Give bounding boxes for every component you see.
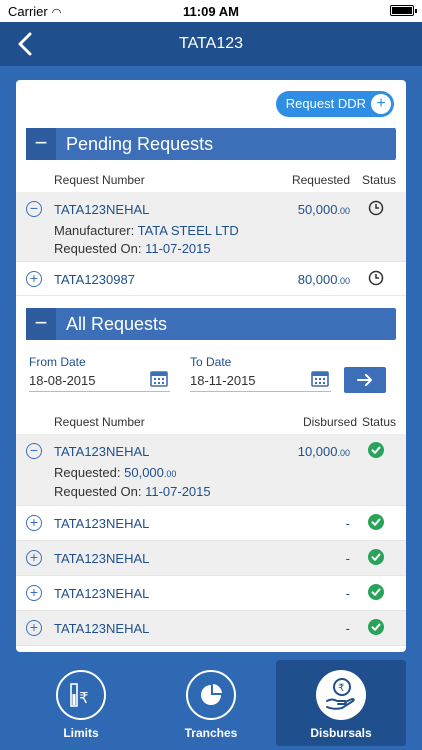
request-amount: 80,000.00 bbox=[297, 272, 350, 287]
svg-text:₹: ₹ bbox=[79, 689, 89, 707]
check-status-icon bbox=[368, 514, 384, 530]
table-row[interactable]: + TATA123NEHAL - bbox=[16, 576, 406, 611]
from-date-field[interactable]: 18-08-2015 bbox=[29, 370, 170, 392]
from-date-label: From Date bbox=[29, 355, 86, 369]
expand-row-icon[interactable]: + bbox=[26, 515, 42, 531]
nav-bar: TATA123 bbox=[0, 22, 422, 66]
section-title: Pending Requests bbox=[66, 134, 214, 154]
check-status-icon bbox=[368, 584, 384, 600]
disbursed-amount: - bbox=[345, 516, 350, 531]
table-row[interactable]: − TATA123NEHAL 10,000.00 Requested: 50,0… bbox=[16, 434, 406, 506]
requested-on-detail: Requested On: 11-07-2015 bbox=[54, 484, 211, 499]
request-number: TATA123NEHAL bbox=[54, 202, 150, 217]
svg-text:₹: ₹ bbox=[338, 683, 344, 694]
collapse-icon[interactable]: − bbox=[26, 128, 56, 160]
tab-limits[interactable]: ₹ Limits bbox=[16, 660, 146, 746]
tab-tranches[interactable]: Tranches bbox=[146, 660, 276, 746]
request-number: TATA123NEHAL bbox=[54, 444, 150, 459]
request-number: TATA123NEHAL bbox=[54, 516, 150, 531]
request-number: TATA123NEHAL bbox=[54, 621, 150, 636]
all-requests-header[interactable]: − All Requests bbox=[26, 308, 396, 340]
clock-status-icon bbox=[368, 270, 384, 286]
all-column-header: Request Number Disbursed Status bbox=[54, 415, 396, 429]
content-card: Request DDR + − Pending Requests Request… bbox=[16, 80, 406, 652]
page-title: TATA123 bbox=[178, 35, 244, 52]
request-number: TATA123NEHAL bbox=[54, 551, 150, 566]
section-title: All Requests bbox=[66, 314, 168, 334]
status-bar: Carrier ◠ 11:09 AM bbox=[0, 0, 422, 22]
table-row[interactable]: + TATA1230987 80,000.00 bbox=[16, 262, 406, 296]
requested-on-detail: Requested On: 11-07-2015 bbox=[54, 241, 211, 256]
rupee-bar-icon: ₹ bbox=[56, 670, 106, 720]
calendar-icon[interactable] bbox=[150, 369, 168, 387]
clock: 11:09 AM bbox=[183, 4, 239, 19]
disbursed-amount: - bbox=[345, 621, 350, 636]
battery-icon bbox=[390, 5, 417, 16]
pending-column-header: Request Number Requested Status bbox=[54, 173, 396, 187]
disbursed-amount: - bbox=[345, 586, 350, 601]
apply-date-filter-button[interactable] bbox=[344, 367, 386, 393]
expand-row-icon[interactable]: + bbox=[26, 585, 42, 601]
table-row[interactable]: + TATA123NEHAL - bbox=[16, 541, 406, 576]
table-row[interactable]: − TATA123NEHAL 50,000.00 Manufacturer: T… bbox=[16, 192, 406, 262]
arrow-right-icon bbox=[357, 374, 372, 386]
request-amount: 50,000.00 bbox=[297, 202, 350, 217]
collapse-row-icon[interactable]: − bbox=[26, 201, 42, 217]
expand-row-icon[interactable]: + bbox=[26, 550, 42, 566]
check-status-icon bbox=[368, 549, 384, 565]
request-number: TATA123NEHAL bbox=[54, 586, 150, 601]
table-row[interactable]: + TATA123NEHAL - bbox=[16, 611, 406, 646]
disbursed-amount: - bbox=[345, 551, 350, 566]
check-status-icon bbox=[368, 442, 384, 458]
tab-disbursals[interactable]: ₹ Disbursals bbox=[276, 660, 406, 746]
pending-requests-header[interactable]: − Pending Requests bbox=[26, 128, 396, 160]
manufacturer-detail: Manufacturer: TATA STEEL LTD bbox=[54, 223, 239, 238]
plus-icon: + bbox=[371, 94, 391, 114]
check-status-icon bbox=[368, 619, 384, 635]
expand-row-icon[interactable]: + bbox=[26, 620, 42, 636]
pie-icon bbox=[186, 670, 236, 720]
tab-bar: ₹ Limits Tranches ₹ Disbursals bbox=[0, 652, 422, 750]
hand-coin-icon: ₹ bbox=[316, 670, 366, 720]
request-ddr-button[interactable]: Request DDR + bbox=[275, 91, 394, 117]
disbursed-amount: 10,000.00 bbox=[297, 444, 350, 459]
clock-status-icon bbox=[368, 200, 384, 216]
request-number: TATA1230987 bbox=[54, 272, 135, 287]
requested-detail: Requested: 50,000.00 bbox=[54, 465, 177, 480]
calendar-icon[interactable] bbox=[311, 369, 329, 387]
to-date-field[interactable]: 18-11-2015 bbox=[190, 370, 331, 392]
to-date-label: To Date bbox=[190, 355, 232, 369]
table-row[interactable]: + TATA123NEHAL - bbox=[16, 506, 406, 541]
expand-row-icon[interactable]: + bbox=[26, 271, 42, 287]
collapse-row-icon[interactable]: − bbox=[26, 443, 42, 459]
collapse-icon[interactable]: − bbox=[26, 308, 56, 340]
